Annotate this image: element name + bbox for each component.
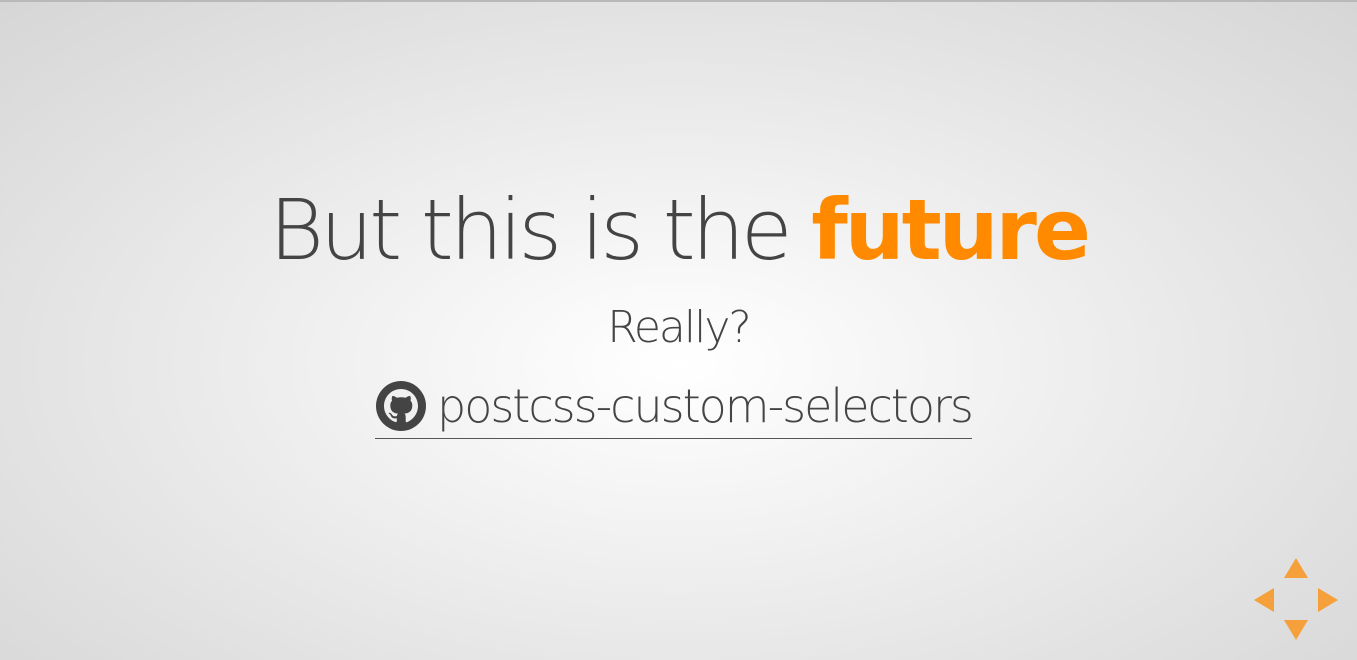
slide-title-prefix: But this is the bbox=[269, 181, 793, 279]
repo-link-label: postcss-custom-selectors bbox=[437, 379, 974, 433]
slide-title: But this is the future bbox=[0, 178, 1357, 282]
arrow-right-icon[interactable] bbox=[1318, 588, 1338, 612]
slide-subtitle: Really? bbox=[607, 302, 751, 353]
slide-navigation-controls bbox=[1254, 558, 1338, 642]
slide: But this is the future Really? postcss-c… bbox=[0, 0, 1357, 660]
repo-link[interactable]: postcss-custom-selectors bbox=[375, 374, 974, 439]
arrow-down-icon[interactable] bbox=[1284, 620, 1308, 640]
github-icon bbox=[375, 380, 427, 432]
arrow-up-icon[interactable] bbox=[1284, 558, 1308, 578]
arrow-left-icon[interactable] bbox=[1254, 588, 1274, 612]
slide-title-accent: future bbox=[811, 181, 1091, 279]
